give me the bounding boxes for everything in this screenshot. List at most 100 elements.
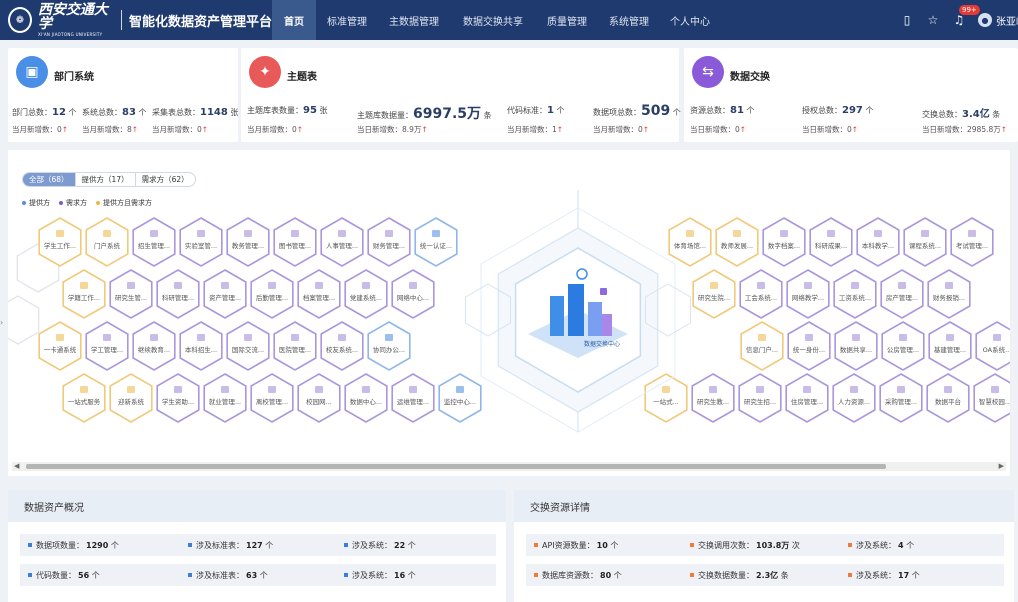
code-standard-stat: 代码标准：1 个: [507, 105, 565, 116]
bell-icon[interactable]: ♫ 99+: [946, 5, 980, 27]
left-system-hex[interactable]: 离校管理...: [250, 373, 294, 423]
system-icon: [362, 386, 370, 393]
authorization-total-stat: 授权总数：297 个: [802, 105, 874, 116]
nav-system[interactable]: 系统管理: [598, 0, 660, 40]
left-system-hex[interactable]: 国际交流...: [226, 321, 270, 371]
right-system-hex[interactable]: 科研成果...: [809, 217, 853, 267]
system-hex-label: 数据中心...: [350, 397, 382, 406]
left-system-hex[interactable]: 监控中心...: [438, 373, 482, 423]
filter-all[interactable]: 全部（68）: [23, 173, 76, 186]
left-system-hex[interactable]: 协同办公...: [367, 321, 411, 371]
server-tower: [550, 296, 564, 336]
left-system-hex[interactable]: 门户系统: [85, 217, 129, 267]
right-system-hex[interactable]: 网络教学...: [786, 269, 830, 319]
hex-map-canvas: 学生工作... 门户系统 招生管理... 实验室管... 教务管理... 图书管理... 人…: [8, 190, 1010, 433]
nav-quality[interactable]: 质量管理: [536, 0, 598, 40]
left-system-hex[interactable]: 迎新系统: [109, 373, 153, 423]
left-system-hex[interactable]: 统一认证...: [414, 217, 458, 267]
user-name[interactable]: 张亚峰: [996, 13, 1018, 28]
system-icon: [852, 334, 860, 341]
right-system-hex[interactable]: OA系统...: [975, 321, 1010, 371]
right-system-hex[interactable]: 公房管理...: [881, 321, 925, 371]
left-system-hex[interactable]: 研究生管...: [109, 269, 153, 319]
left-system-hex[interactable]: 一站式服务: [62, 373, 106, 423]
exchange-data-count: 交换数据数量： 2.3亿 条: [690, 570, 789, 581]
filter-provider[interactable]: 提供方（17）: [76, 173, 136, 186]
right-system-hex[interactable]: 采购管理...: [879, 373, 923, 423]
left-system-hex[interactable]: 继续教育...: [132, 321, 176, 371]
system-icon: [899, 334, 907, 341]
left-system-hex[interactable]: 党建系统...: [344, 269, 388, 319]
right-system-hex[interactable]: 教师发展...: [715, 217, 759, 267]
right-system-hex[interactable]: 考试管理...: [950, 217, 994, 267]
system-hex-label: 党建系统...: [350, 293, 382, 302]
right-system-hex[interactable]: 研究生招...: [738, 373, 782, 423]
star-icon[interactable]: ☆: [920, 13, 946, 27]
exchange-icon: ⇆: [692, 56, 724, 88]
side-collapse-icon[interactable]: ›: [0, 318, 3, 327]
left-system-hex[interactable]: 实验室管...: [179, 217, 223, 267]
left-system-hex[interactable]: 运维管理...: [391, 373, 435, 423]
left-system-hex[interactable]: 数据中心...: [344, 373, 388, 423]
filter-consumer[interactable]: 需求方（62）: [136, 173, 195, 186]
right-system-hex[interactable]: 工会系统...: [739, 269, 783, 319]
left-system-hex[interactable]: 校园网...: [297, 373, 341, 423]
user-avatar-icon[interactable]: ●: [978, 13, 992, 27]
system-icon: [244, 230, 252, 237]
collect-table-stat: 采集表总数：1148 张: [152, 107, 239, 118]
nav-data-exchange[interactable]: 数据交换共享: [450, 0, 536, 40]
right-system-hex[interactable]: 数据平台: [926, 373, 970, 423]
nav-personal-center[interactable]: 个人中心: [660, 0, 720, 40]
right-system-hex[interactable]: 智慧校园...: [973, 373, 1010, 423]
scroll-left-icon[interactable]: ◀: [14, 462, 19, 470]
system-hex-label: 统一身份...: [793, 345, 825, 354]
right-system-hex[interactable]: 财务报销...: [927, 269, 971, 319]
right-system-hex[interactable]: 研究生教...: [691, 373, 735, 423]
left-system-hex[interactable]: 一卡通系统: [38, 321, 82, 371]
scroll-thumb[interactable]: [26, 464, 886, 469]
right-system-hex[interactable]: 工资系统...: [833, 269, 877, 319]
left-system-hex[interactable]: 医院管理...: [273, 321, 317, 371]
left-system-hex[interactable]: 校友系统...: [320, 321, 364, 371]
right-system-hex[interactable]: 统一身份...: [787, 321, 831, 371]
right-system-hex[interactable]: 研究生院...: [692, 269, 736, 319]
right-system-hex[interactable]: 人力资源...: [832, 373, 876, 423]
nav-master-data[interactable]: 主数据管理: [378, 0, 450, 40]
system-icon: [338, 334, 346, 341]
left-system-hex[interactable]: 学生资助...: [156, 373, 200, 423]
scroll-right-icon[interactable]: ▶: [999, 462, 1004, 470]
right-system-hex[interactable]: 数据共享...: [834, 321, 878, 371]
right-system-hex[interactable]: 数字档案...: [762, 217, 806, 267]
left-system-hex[interactable]: 财务管理...: [367, 217, 411, 267]
left-system-hex[interactable]: 档案管理...: [297, 269, 341, 319]
brand[interactable]: ❁ 西安交通大学 XI'AN JIAOTONG UNIVERSITY 智能化数据…: [0, 0, 272, 40]
left-system-hex[interactable]: 科研管理...: [156, 269, 200, 319]
left-system-hex[interactable]: 后勤管理...: [250, 269, 294, 319]
left-system-hex[interactable]: 教务管理...: [226, 217, 270, 267]
left-system-hex[interactable]: 就业管理...: [203, 373, 247, 423]
horizontal-scrollbar[interactable]: ◀ ▶: [12, 462, 1006, 471]
left-system-hex[interactable]: 学籍工作...: [62, 269, 106, 319]
system-hex-label: 一站式服务: [68, 397, 101, 406]
left-system-hex[interactable]: 本科招生...: [179, 321, 223, 371]
right-system-hex[interactable]: 房产管理...: [880, 269, 924, 319]
legend-both: 提供方且需求方: [96, 198, 152, 208]
right-system-hex[interactable]: 体育场馆...: [668, 217, 712, 267]
right-system-hex[interactable]: 住房管理...: [785, 373, 829, 423]
top-navigation-bar: ❁ 西安交通大学 XI'AN JIAOTONG UNIVERSITY 智能化数据…: [0, 0, 1018, 40]
nav-home[interactable]: 首页: [272, 0, 316, 40]
right-system-hex[interactable]: 课程系统...: [903, 217, 947, 267]
nav-standards[interactable]: 标准管理: [316, 0, 378, 40]
right-system-hex[interactable]: 信息门户...: [740, 321, 784, 371]
left-system-hex[interactable]: 图书管理...: [273, 217, 317, 267]
system-icon: [662, 386, 670, 393]
left-system-hex[interactable]: 学工管理...: [85, 321, 129, 371]
left-system-hex[interactable]: 资产管理...: [203, 269, 247, 319]
left-system-hex[interactable]: 人事管理...: [320, 217, 364, 267]
right-system-hex[interactable]: 基建管理...: [928, 321, 972, 371]
left-system-hex[interactable]: 招生管理...: [132, 217, 176, 267]
right-system-hex[interactable]: 本科教学...: [856, 217, 900, 267]
document-icon[interactable]: ▯: [894, 13, 920, 27]
left-system-hex[interactable]: 网络中心...: [391, 269, 435, 319]
system-icon: [409, 386, 417, 393]
